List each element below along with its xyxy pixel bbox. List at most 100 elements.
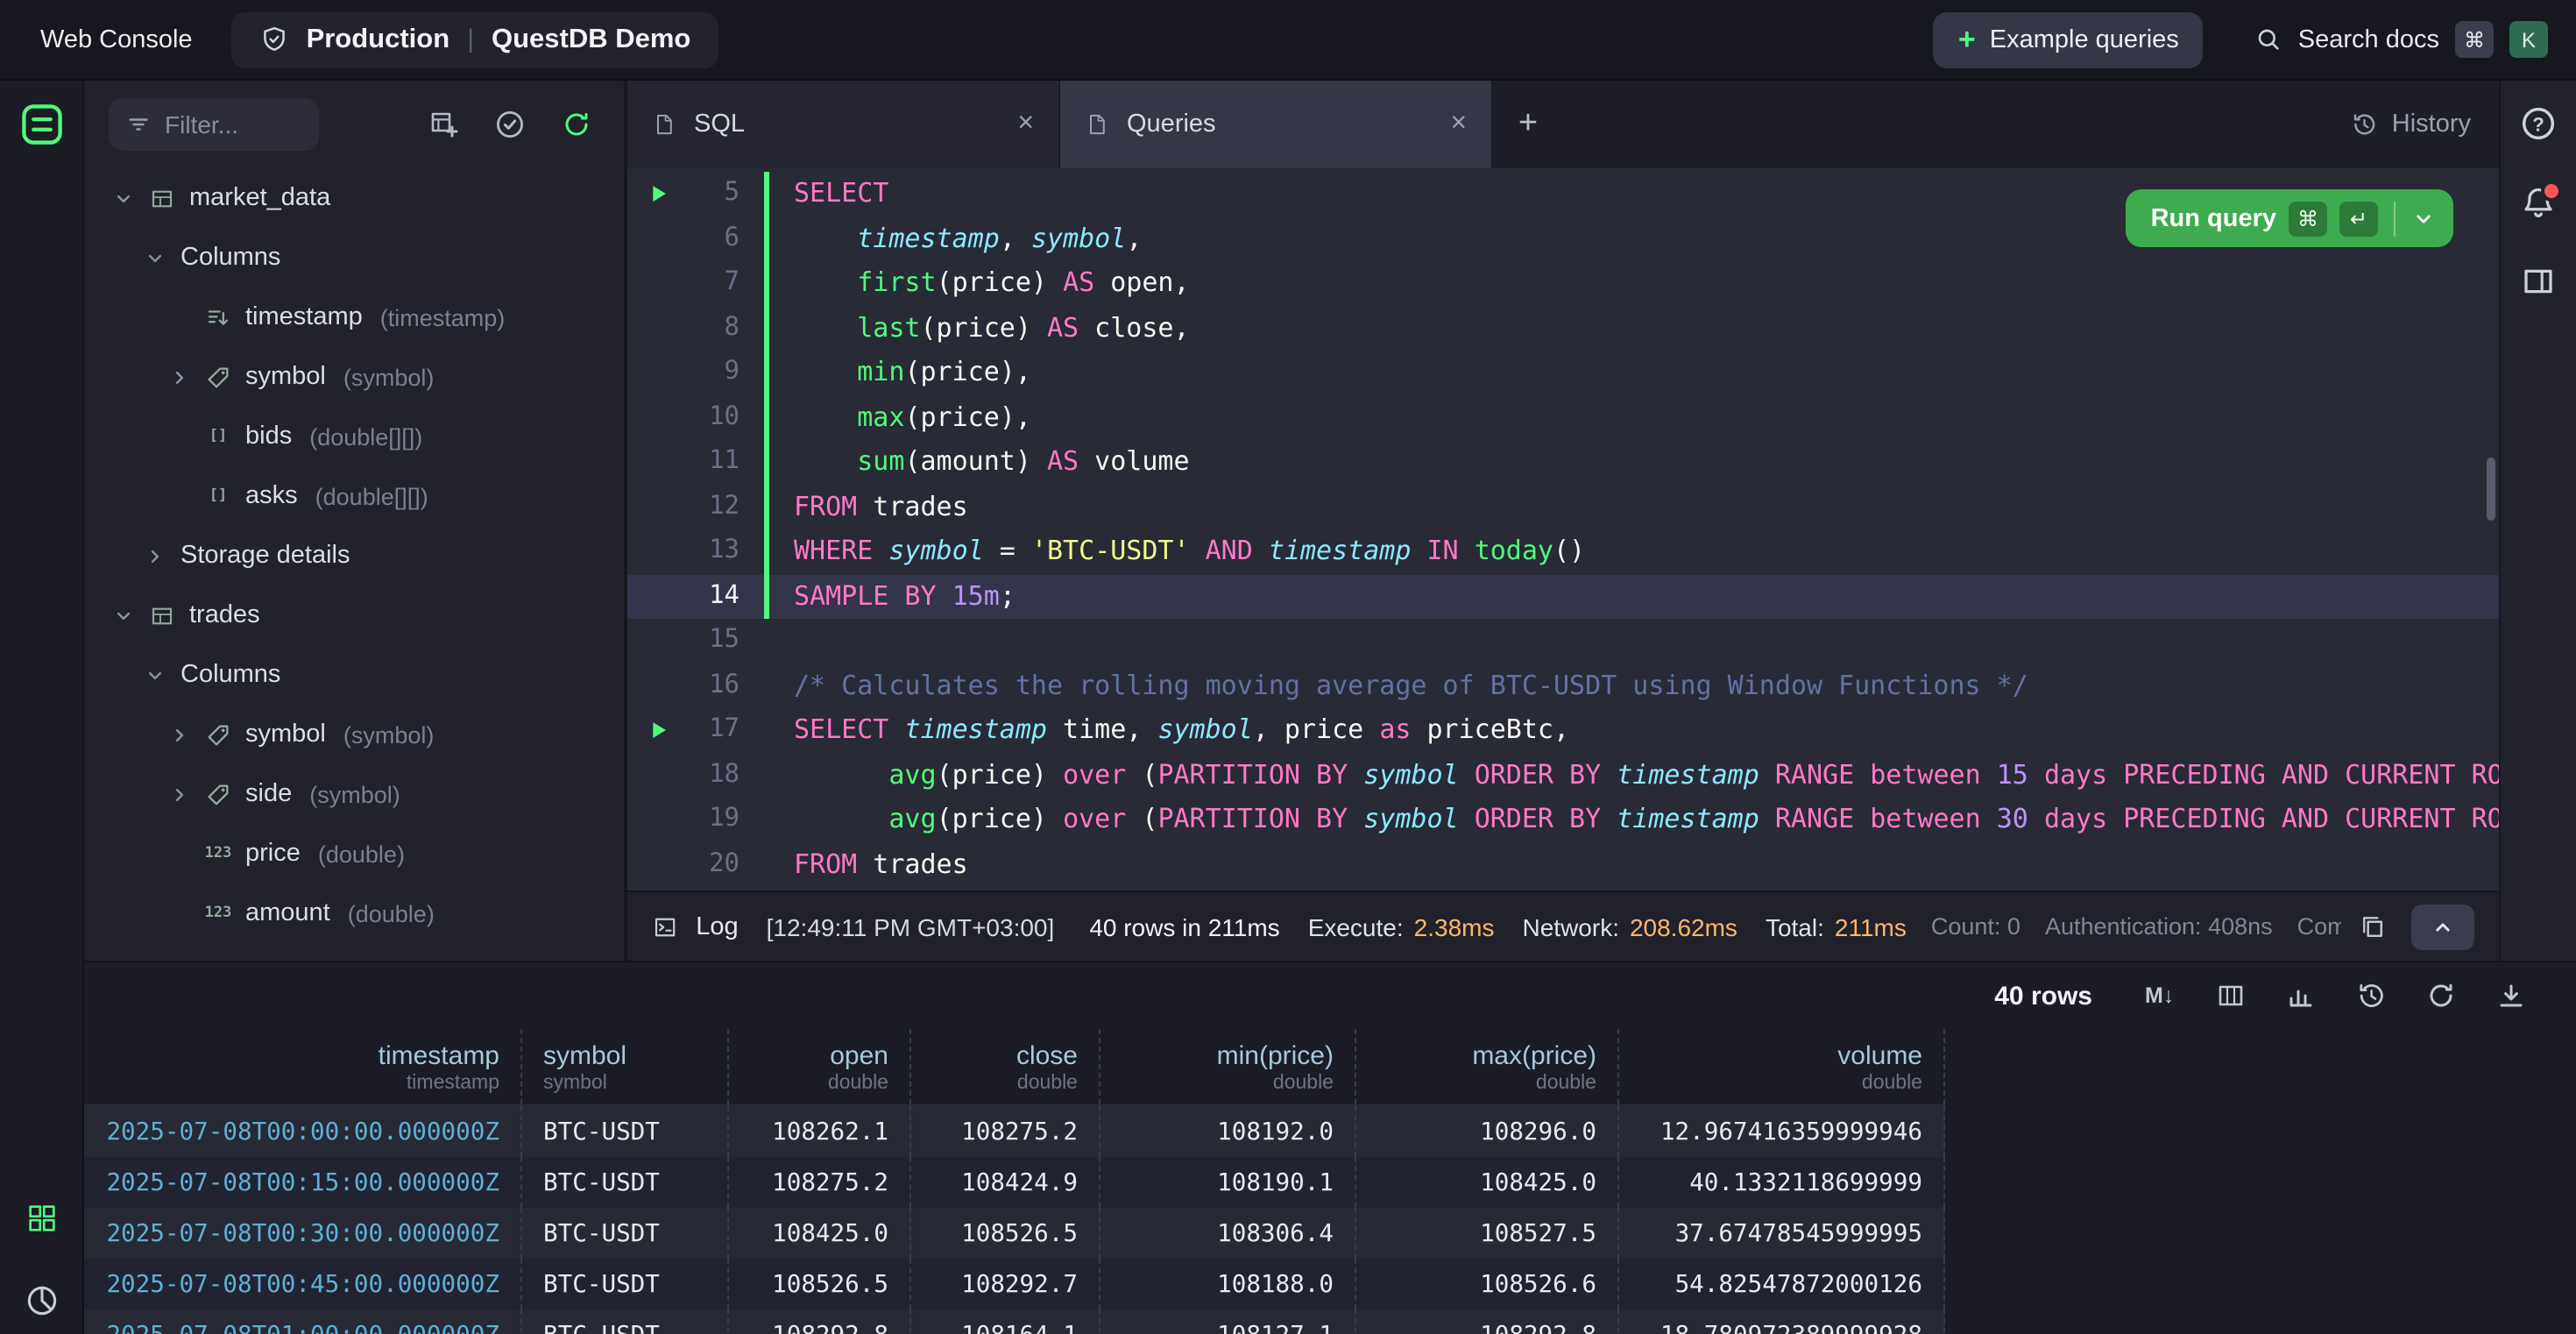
cell-min-price-[interactable]: 108127.1 [1100,1309,1356,1334]
tab-queries[interactable]: Queries× [1060,81,1493,168]
chevron-down-icon[interactable] [2411,206,2436,231]
cell-volume[interactable]: 18.780972389999928 [1619,1309,1945,1334]
cell-close[interactable]: 108275.2 [911,1106,1100,1157]
column-header-timestamp[interactable]: timestamptimestamp [84,1029,522,1104]
cell-close[interactable]: 108424.9 [911,1157,1100,1208]
search-docs-button[interactable]: Search docs ⌘ K [2256,21,2548,58]
cell-max-price-[interactable]: 108296.0 [1356,1106,1619,1157]
cell-max-price-[interactable]: 108527.5 [1356,1208,1619,1259]
cell-symbol[interactable]: BTC-USDT [522,1157,729,1208]
chevron-right-icon[interactable] [168,723,191,746]
code-line-7[interactable]: 7 first(price) AS open, [627,261,2499,306]
cell-close[interactable]: 108164.1 [911,1309,1100,1334]
example-queries-button[interactable]: + Example queries [1934,11,2204,67]
tree-item-trades[interactable]: trades [84,585,624,645]
column-header-max-price-[interactable]: max(price)double [1356,1029,1619,1104]
tree-item-asks[interactable]: []asks(double[][]) [84,466,624,526]
side-panel-icon[interactable] [2520,263,2557,300]
code-line-14[interactable]: 14SAMPLE BY 15m; [627,574,2499,619]
table-row[interactable]: 2025-07-08T00:15:00.000000ZBTC-USDT10827… [84,1157,1945,1208]
help-icon[interactable]: ? [2520,105,2557,142]
time-travel-icon[interactable] [2355,980,2387,1011]
cell-open[interactable]: 108526.5 [729,1259,911,1309]
cell-symbol[interactable]: BTC-USDT [522,1208,729,1259]
cell-volume[interactable]: 54.82547872000126 [1619,1259,1945,1309]
cell-symbol[interactable]: BTC-USDT [522,1259,729,1309]
code-line-17[interactable]: 17SELECT timestamp time, symbol, price a… [627,708,2499,753]
pie-chart-icon[interactable] [24,1283,59,1318]
column-header-volume[interactable]: volumedouble [1619,1029,1945,1104]
column-header-close[interactable]: closedouble [911,1029,1100,1104]
cell-timestamp[interactable]: 2025-07-08T00:00:00.000000Z [84,1106,522,1157]
table-row[interactable]: 2025-07-08T00:00:00.000000ZBTC-USDT10826… [84,1106,1945,1157]
tree-item-timestamp[interactable]: timestamp(timestamp) [84,943,624,961]
cell-min-price-[interactable]: 108190.1 [1100,1157,1356,1208]
cell-open[interactable]: 108275.2 [729,1157,911,1208]
cell-close[interactable]: 108292.7 [911,1259,1100,1309]
column-header-symbol[interactable]: symbolsymbol [522,1029,729,1104]
code-line-15[interactable]: 15 [627,619,2499,663]
editor-scrollbar[interactable] [2487,458,2495,521]
tree-item-market-data[interactable]: market_data [84,168,624,228]
tree-item-price[interactable]: 123price(double) [84,824,624,883]
questdb-logo-icon[interactable] [18,102,64,147]
code-line-16[interactable]: 16/* Calculates the rolling moving avera… [627,663,2499,708]
tree-item-bids[interactable]: []bids(double[][]) [84,407,624,466]
chart-icon[interactable] [2285,980,2317,1011]
add-table-icon[interactable] [428,109,459,140]
tree-item-symbol[interactable]: symbol(symbol) [84,705,624,764]
sql-editor[interactable]: 5SELECT6 timestamp, symbol,7 first(price… [627,168,2499,891]
cell-max-price-[interactable]: 108292.8 [1356,1309,1619,1334]
cell-symbol[interactable]: BTC-USDT [522,1106,729,1157]
code-line-18[interactable]: 18 avg(price) over (PARTITION BY symbol … [627,753,2499,798]
run-statement-icon[interactable] [646,720,669,742]
cell-open[interactable]: 108425.0 [729,1208,911,1259]
tree-item-storage-details[interactable]: Storage details [84,526,624,585]
code-line-11[interactable]: 11 sum(amount) AS volume [627,440,2499,485]
instance-badge[interactable]: Production | QuestDB Demo [231,11,719,67]
column-header-open[interactable]: opendouble [729,1029,911,1104]
new-tab-button[interactable]: + [1493,81,1563,168]
cell-open[interactable]: 108292.8 [729,1309,911,1334]
tree-item-columns[interactable]: Columns [84,228,624,287]
chevron-down-icon[interactable] [144,246,166,269]
chevron-down-icon[interactable] [112,187,135,209]
close-tab-icon[interactable]: × [1017,110,1034,138]
code-line-19[interactable]: 19 avg(price) over (PARTITION BY symbol … [627,798,2499,842]
tree-item-timestamp[interactable]: timestamp(timestamp) [84,287,624,347]
download-csv-icon[interactable] [2495,980,2527,1011]
chevron-right-icon[interactable] [168,783,191,805]
cell-timestamp[interactable]: 2025-07-08T01:00:00.000000Z [84,1309,522,1334]
table-row[interactable]: 2025-07-08T00:45:00.000000ZBTC-USDT10852… [84,1259,1945,1309]
suspended-toggle-icon[interactable] [494,109,526,140]
filter-input[interactable]: Filter... [109,98,319,151]
table-row[interactable]: 2025-07-08T01:00:00.000000ZBTC-USDT10829… [84,1309,1945,1334]
table-row[interactable]: 2025-07-08T00:30:00.000000ZBTC-USDT10842… [84,1208,1945,1259]
code-line-12[interactable]: 12FROM trades [627,485,2499,529]
column-header-min-price-[interactable]: min(price)double [1100,1029,1356,1104]
cell-min-price-[interactable]: 108306.4 [1100,1208,1356,1259]
tree-item-side[interactable]: side(symbol) [84,764,624,824]
history-button[interactable]: History [2350,110,2499,138]
reload-schema-icon[interactable] [561,109,592,140]
cell-min-price-[interactable]: 108188.0 [1100,1259,1356,1309]
code-line-13[interactable]: 13WHERE symbol = 'BTC-USDT' AND timestam… [627,529,2499,574]
cell-close[interactable]: 108526.5 [911,1208,1100,1259]
cell-volume[interactable]: 12.967416359999946 [1619,1106,1945,1157]
cell-timestamp[interactable]: 2025-07-08T00:45:00.000000Z [84,1259,522,1309]
chevron-down-icon[interactable] [112,604,135,627]
cell-timestamp[interactable]: 2025-07-08T00:15:00.000000Z [84,1157,522,1208]
cell-min-price-[interactable]: 108192.0 [1100,1106,1356,1157]
refresh-results-icon[interactable] [2425,980,2457,1011]
code-line-20[interactable]: 20FROM trades [627,842,2499,887]
run-query-button[interactable]: Run query ⌘ ↵ [2127,189,2453,247]
close-tab-icon[interactable]: × [1450,110,1467,138]
tree-item-symbol[interactable]: symbol(symbol) [84,347,624,407]
cell-max-price-[interactable]: 108526.6 [1356,1259,1619,1309]
chevron-down-icon[interactable] [144,663,166,686]
tab-sql[interactable]: SQL× [627,81,1060,168]
chevron-right-icon[interactable] [168,365,191,388]
toggle-columns-icon[interactable] [2215,980,2247,1011]
collapse-log-button[interactable] [2411,904,2474,949]
tree-item-amount[interactable]: 123amount(double) [84,883,624,943]
